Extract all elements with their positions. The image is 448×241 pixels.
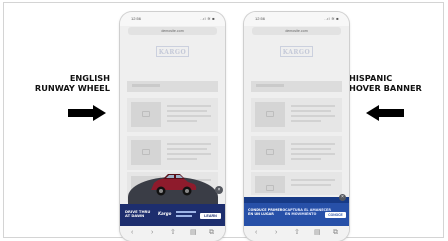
image-placeholder-icon (131, 102, 161, 127)
back-icon[interactable]: ‹ (131, 229, 133, 237)
article-card[interactable] (251, 172, 342, 195)
ad-line2: AT DAWN (125, 214, 145, 219)
share-icon[interactable]: ⇧ (294, 229, 300, 237)
image-placeholder-icon (255, 176, 285, 193)
learn-more-button[interactable]: LEARN MORE (200, 213, 221, 224)
runway-wheel-ad-banner[interactable]: DRIVE THRU AT DAWN Kargo LEARN MORE (120, 204, 225, 226)
status-time: 12:56 (131, 16, 142, 21)
bookmarks-icon[interactable]: ▤ (190, 229, 197, 237)
section-header-bar (127, 81, 218, 92)
section-header-bar (251, 81, 342, 92)
hover-banner-ad[interactable]: CONDUCE PRIMERO EN UN LUGAR CAPTURA EL A… (244, 203, 349, 227)
close-icon[interactable]: × (339, 194, 346, 201)
signal-icon: ..ıl ≋ ■ (324, 16, 339, 21)
tabs-icon[interactable]: ⧉ (333, 229, 338, 237)
article-card[interactable] (127, 136, 218, 170)
article-card[interactable] (127, 98, 218, 132)
phone-english: 12:56 ..ıl ≋ ■ demosite.com KARGO × DRIV… (120, 12, 225, 241)
label-hispanic-hover-banner: HISPANIC HOVER BANNER (349, 73, 433, 93)
url-bar[interactable]: demosite.com (252, 27, 341, 35)
right-arrow-icon (68, 105, 106, 121)
site-logo: KARGO (280, 46, 313, 57)
label-english-runway-wheel: ENGLISH RUNWAY WHEEL (28, 73, 110, 93)
ad-headline: CONDUCE PRIMERO EN UN LUGAR (248, 208, 285, 216)
brand-logo: Kargo (158, 211, 172, 216)
label-right-line2: HOVER BANNER (349, 82, 422, 93)
conoce-mas-button[interactable]: CONOCE MÁS (325, 212, 346, 223)
status-bar: 12:56 ..ıl ≋ ■ (120, 12, 225, 26)
browser-bottom-nav: ‹ › ⇧ ▤ ⧉ (244, 226, 349, 241)
tabs-icon[interactable]: ⧉ (209, 229, 214, 237)
article-card[interactable] (251, 98, 342, 132)
close-icon[interactable]: × (215, 186, 223, 194)
label-left-line2: RUNWAY WHEEL (34, 82, 110, 93)
image-placeholder-icon (255, 102, 285, 127)
article-card[interactable] (251, 136, 342, 170)
browser-bottom-nav: ‹ › ⇧ ▤ ⧉ (120, 226, 225, 241)
forward-icon[interactable]: › (275, 229, 277, 237)
image-placeholder-icon (131, 140, 161, 165)
share-icon[interactable]: ⇧ (170, 229, 176, 237)
back-icon[interactable]: ‹ (255, 229, 257, 237)
image-placeholder-icon (255, 140, 285, 165)
ad-headline-line2: EN UN LUGAR (248, 212, 274, 216)
signal-icon: ..ıl ≋ ■ (200, 16, 215, 21)
status-time: 12:56 (255, 16, 266, 21)
ad-mid-copy (176, 209, 196, 217)
forward-icon[interactable]: › (151, 229, 153, 237)
status-bar: 12:56 ..ıl ≋ ■ (244, 12, 349, 26)
url-bar[interactable]: demosite.com (128, 27, 217, 35)
left-arrow-icon (366, 105, 404, 121)
site-logo: KARGO (156, 46, 189, 57)
ad-copy: DRIVE THRU AT DAWN (125, 210, 150, 218)
bookmarks-icon[interactable]: ▤ (314, 229, 321, 237)
phone-hispanic: 12:56 ..ıl ≋ ■ demosite.com KARGO × COND… (244, 12, 349, 241)
car-image[interactable] (148, 172, 198, 198)
